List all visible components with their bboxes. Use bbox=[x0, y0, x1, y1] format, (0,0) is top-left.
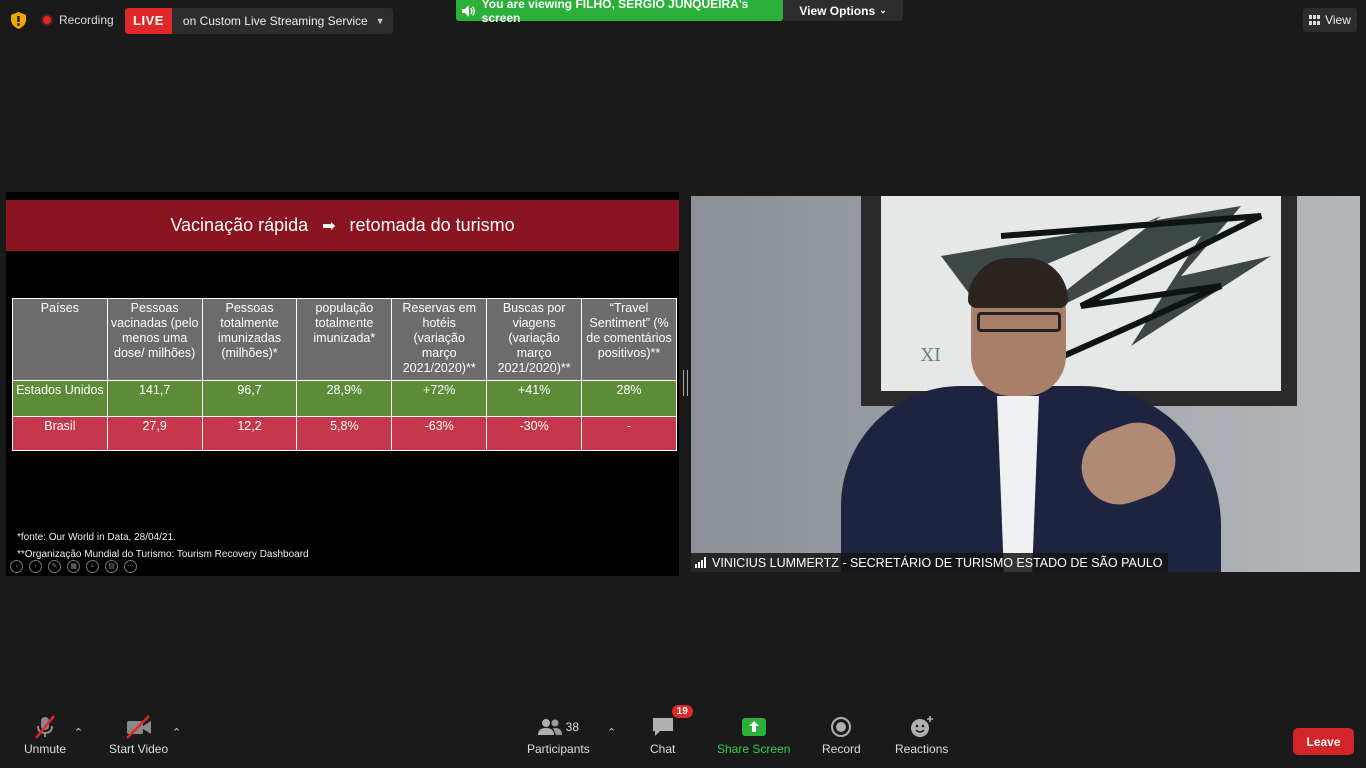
more-icon[interactable]: ⋯ bbox=[124, 560, 137, 573]
view-options-label: View Options bbox=[799, 3, 876, 18]
svg-text:XI: XI bbox=[921, 345, 941, 366]
video-options-caret-icon[interactable]: ⌃ bbox=[172, 726, 181, 739]
record-icon bbox=[831, 717, 852, 737]
record-button[interactable]: Record bbox=[822, 712, 861, 756]
footnote-2: **Organização Mundial do Turismo: Touris… bbox=[17, 549, 309, 560]
record-label: Record bbox=[822, 742, 861, 756]
security-shield-icon[interactable] bbox=[11, 12, 26, 29]
painting-artwork: XI bbox=[881, 196, 1281, 391]
participants-caret-icon[interactable]: ⌃ bbox=[607, 726, 616, 739]
meeting-toolbar: Unmute ⌃ Start Video ⌃ 38 Participants ⌃… bbox=[0, 705, 1366, 768]
viewing-text: You are viewing FILHO, SERGIO JUNQUEIRA'… bbox=[481, 0, 749, 25]
view-label: View bbox=[1325, 13, 1351, 27]
table-header-cell: população totalmente imunizada* bbox=[296, 298, 393, 381]
zoom-icon[interactable]: ⌕ bbox=[86, 560, 99, 573]
chat-button[interactable]: 19 Chat bbox=[650, 705, 693, 756]
view-button[interactable]: View bbox=[1303, 8, 1357, 32]
table-cell: 141,7 bbox=[106, 380, 203, 417]
slide-title-left: Vacinação rápida bbox=[170, 215, 309, 235]
vaccination-table: Países Pessoas vacinadas (pelo menos uma… bbox=[12, 298, 677, 451]
table-cell: +41% bbox=[486, 380, 583, 417]
dropdown-caret-icon: ▼ bbox=[375, 16, 385, 26]
view-options-button[interactable]: View Options ⌄ bbox=[783, 0, 903, 21]
table-header-cell: Reservas em hotéis (variação março 2021/… bbox=[391, 298, 488, 381]
live-stream-dropdown[interactable]: LIVE on Custom Live Streaming Service ▼ bbox=[125, 8, 393, 34]
table-header-cell: Países bbox=[12, 298, 108, 381]
recording-indicator[interactable]: Recording bbox=[41, 9, 114, 31]
table-cell: -30% bbox=[486, 416, 583, 451]
grid-view-icon bbox=[1309, 15, 1321, 25]
chevron-down-icon: ⌄ bbox=[879, 5, 887, 15]
right-arrow-icon: ➡ bbox=[322, 217, 336, 235]
participant-name: VINICIUS LUMMERTZ - SECRETÁRIO DE TURISM… bbox=[712, 555, 1163, 570]
speaker-icon bbox=[462, 4, 475, 17]
pen-icon[interactable]: ✎ bbox=[48, 560, 61, 573]
slide-title-bar: Vacinação rápida ➡ retomada do turismo bbox=[6, 200, 679, 251]
share-screen-label: Share Screen bbox=[717, 742, 791, 756]
table-cell: -63% bbox=[391, 416, 488, 451]
live-service-label: on Custom Live Streaming Service bbox=[182, 14, 368, 28]
table-header-cell: Pessoas vacinadas (pelo menos uma dose/ … bbox=[106, 298, 203, 381]
table-header-row: Países Pessoas vacinadas (pelo menos uma… bbox=[12, 298, 677, 381]
recording-label: Recording bbox=[59, 13, 114, 27]
slide-title-right: retomada do turismo bbox=[349, 215, 515, 235]
participant-nameplate: VINICIUS LUMMERTZ - SECRETÁRIO DE TURISM… bbox=[691, 553, 1168, 572]
table-row-brasil: Brasil 27,9 12,2 5,8% -63% -30% - bbox=[12, 416, 677, 451]
table-cell: - bbox=[581, 416, 677, 451]
table-header-cell: Pessoas totalmente imunizadas (milhões)* bbox=[201, 298, 298, 381]
table-cell: +72% bbox=[391, 380, 488, 417]
chat-icon bbox=[652, 718, 673, 736]
start-video-label: Start Video bbox=[109, 742, 169, 756]
zoom-meeting-window: Recording LIVE on Custom Live Streaming … bbox=[0, 0, 1366, 768]
participants-button[interactable]: 38 Participants bbox=[527, 712, 590, 756]
table-cell: 12,2 bbox=[201, 416, 298, 451]
next-slide-icon[interactable]: › bbox=[29, 560, 42, 573]
share-screen-button[interactable]: Share Screen bbox=[717, 712, 790, 756]
share-screen-icon bbox=[741, 718, 766, 736]
person-glasses bbox=[977, 312, 1061, 332]
record-dot-icon bbox=[41, 14, 53, 26]
shared-screen[interactable]: Vacinação rápida ➡ retomada do turismo P… bbox=[6, 192, 679, 576]
leave-button[interactable]: Leave bbox=[1293, 728, 1354, 755]
table-header-cell: “Travel Sentiment” (% de comentários pos… bbox=[581, 298, 677, 381]
footnote-1: *fonte: Our World in Data, 28/04/21. bbox=[17, 532, 176, 543]
subtitles-icon[interactable]: ▤ bbox=[105, 560, 118, 573]
slides-icon[interactable]: ▦ bbox=[67, 560, 80, 573]
table-cell: 5,8% bbox=[296, 416, 393, 451]
reactions-label: Reactions bbox=[895, 742, 949, 756]
muted-microphone-icon bbox=[35, 715, 55, 739]
table-cell: 27,9 bbox=[106, 416, 203, 451]
participants-icon bbox=[537, 719, 562, 735]
slide-controls: ‹ › ✎ ▦ ⌕ ▤ ⋯ bbox=[10, 560, 137, 573]
live-badge: LIVE bbox=[125, 8, 172, 34]
participants-count: 38 bbox=[565, 720, 580, 734]
table-cell: 28,9% bbox=[296, 380, 393, 417]
prev-slide-icon[interactable]: ‹ bbox=[10, 560, 23, 573]
audio-options-caret-icon[interactable]: ⌃ bbox=[74, 726, 83, 739]
unmute-button[interactable]: Unmute bbox=[24, 712, 66, 756]
chat-badge: 19 bbox=[671, 705, 693, 718]
table-cell: 96,7 bbox=[201, 380, 298, 417]
participant-video[interactable]: XI VINICIUS LUMMERTZ - SECRETÁRIO DE TUR… bbox=[691, 196, 1360, 572]
signal-strength-icon bbox=[695, 557, 706, 568]
unmute-label: Unmute bbox=[24, 742, 67, 756]
reactions-smiley-icon bbox=[910, 716, 933, 737]
table-row-us: Estados Unidos 141,7 96,7 28,9% +72% +41… bbox=[12, 380, 677, 417]
reactions-button[interactable]: Reactions bbox=[895, 712, 948, 756]
table-cell: Brasil bbox=[12, 416, 108, 451]
table-cell: Estados Unidos bbox=[12, 380, 108, 417]
chat-label: Chat bbox=[650, 742, 676, 756]
viewing-screen-banner: You are viewing FILHO, SERGIO JUNQUEIRA'… bbox=[456, 0, 783, 25]
start-video-button[interactable]: Start Video bbox=[109, 712, 168, 756]
video-off-icon bbox=[125, 715, 151, 739]
table-header-cell: Buscas por viagens (variação março 2021/… bbox=[486, 298, 583, 381]
participants-label: Participants bbox=[527, 742, 590, 756]
table-cell: 28% bbox=[581, 380, 677, 417]
splitter-handle[interactable] bbox=[683, 370, 688, 396]
